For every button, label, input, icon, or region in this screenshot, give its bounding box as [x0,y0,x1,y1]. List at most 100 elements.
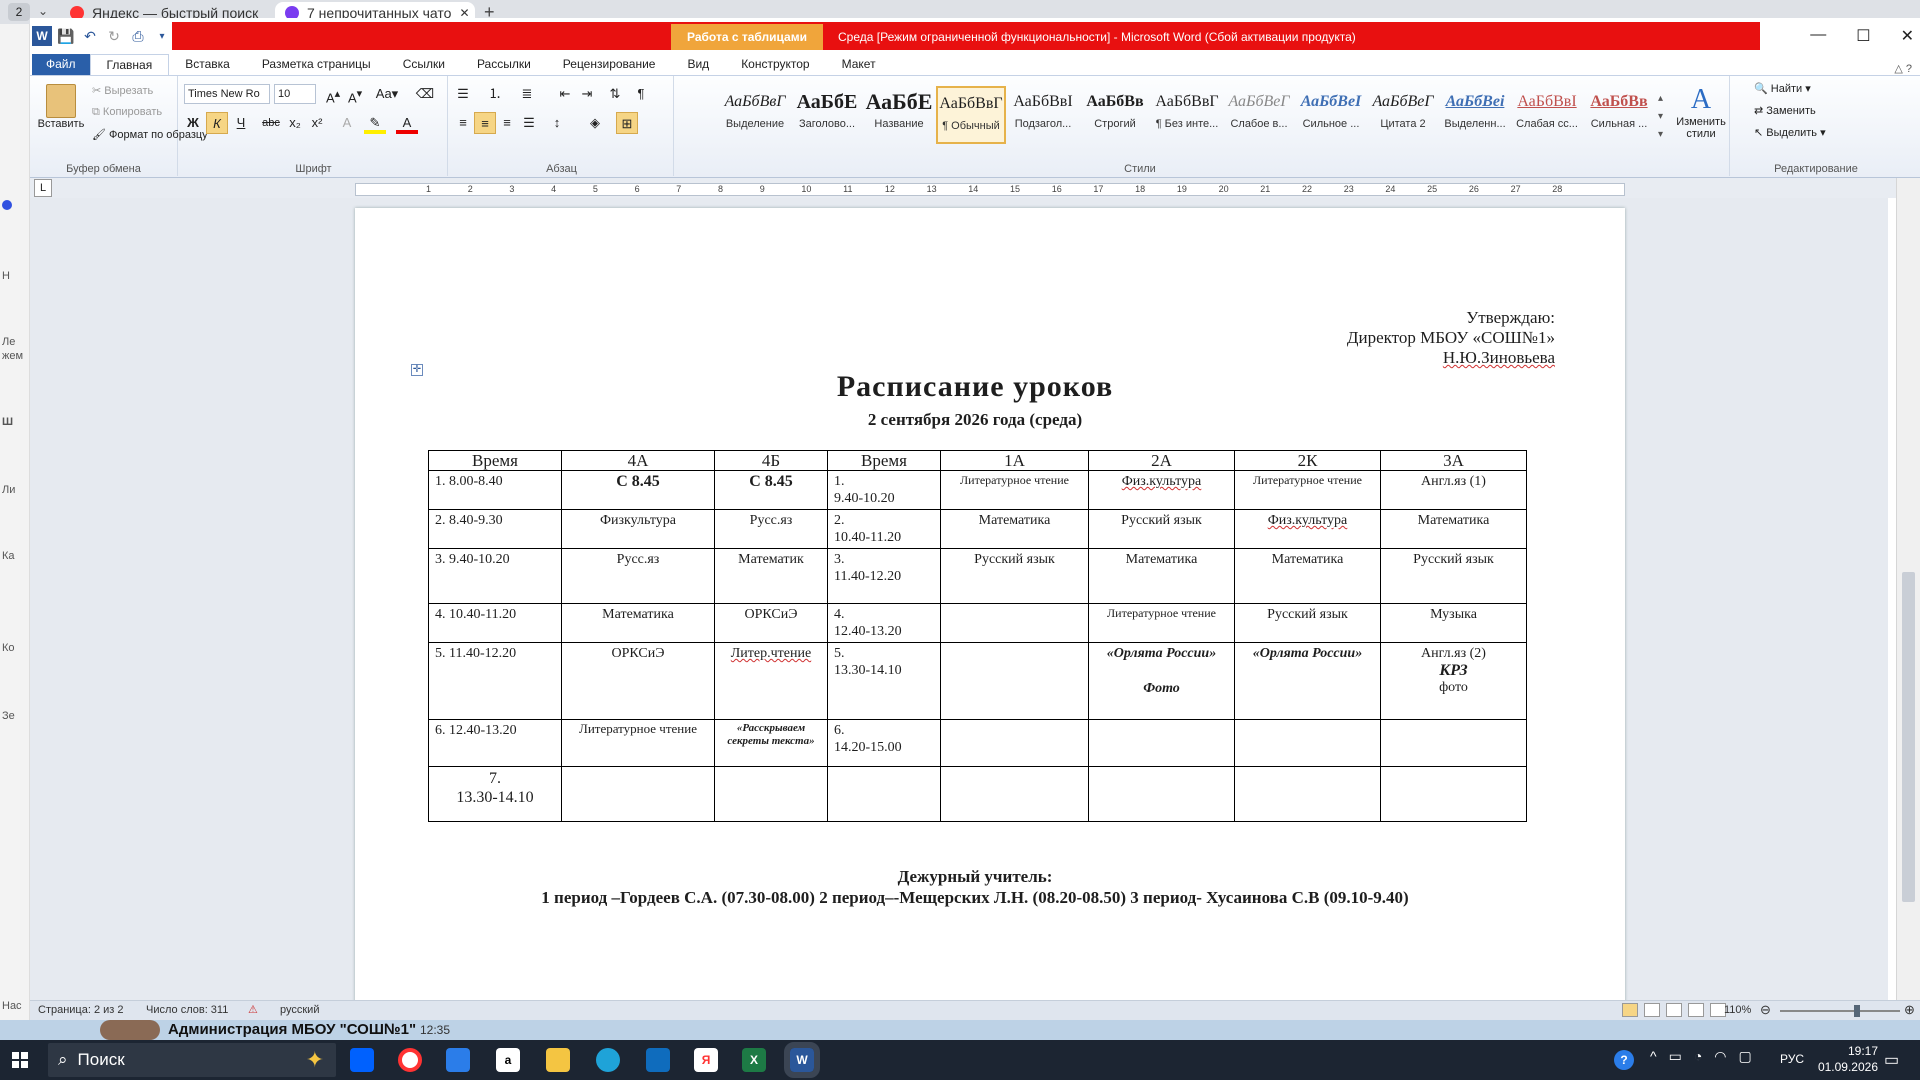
tab-page-layout[interactable]: Разметка страницы [246,54,387,75]
tab-view[interactable]: Вид [671,54,725,75]
table-cell[interactable] [1088,719,1235,767]
table-cell[interactable]: 1. 8.00-8.40 [428,470,562,510]
input-language[interactable]: РУС [1780,1052,1804,1066]
help-icon[interactable]: △ ? [1894,62,1920,75]
table-cell[interactable]: 5. 11.40-12.20 [428,642,562,720]
store-icon[interactable] [446,1048,470,1072]
full-screen-icon[interactable] [1644,1003,1660,1017]
style-intense-quote[interactable]: АаБбВеі Выделенн... [1440,86,1510,144]
style-intense-reference[interactable]: АаБбВв Сильная ... [1584,86,1654,144]
change-case-icon[interactable]: Aa▾ [372,83,402,105]
tab-home[interactable]: Главная [89,54,170,75]
find-button[interactable]: 🔍 Найти ▾ [1754,82,1811,95]
table-cell[interactable] [561,766,715,822]
table-cell[interactable] [1380,719,1527,767]
cut-button[interactable]: ✂ Вырезать [92,84,153,97]
clear-format-icon[interactable]: ⌫ [414,83,436,105]
customize-qat-icon[interactable]: ▾ [152,26,172,46]
text-effects-icon[interactable]: A [336,112,358,134]
amazon-icon[interactable]: a [496,1048,520,1072]
table-cell[interactable]: Русский язык [1380,548,1527,604]
maximize-icon[interactable]: ☐ [1856,26,1870,46]
wifi-icon[interactable]: ◠ [1714,1048,1726,1065]
excel-icon[interactable]: X [742,1048,766,1072]
table-cell[interactable] [1380,766,1527,822]
table-cell[interactable]: С 8.45 [714,470,828,510]
dropbox-icon[interactable] [350,1048,374,1072]
table-cell[interactable] [940,603,1089,643]
zoom-slider[interactable] [1780,1005,1900,1017]
table-cell[interactable]: ОРКСиЭ [714,603,828,643]
table-cell[interactable]: Музыка [1380,603,1527,643]
scroll-thumb[interactable] [1902,572,1915,902]
table-cell[interactable]: Математик [714,548,828,604]
table-cell[interactable]: Литературное чтение [1234,470,1381,510]
tab-file[interactable]: Файл [32,54,90,75]
word-logo-icon[interactable]: W [32,26,52,46]
numbering-icon[interactable]: ⒈ [484,83,506,105]
sidebar-app-icon[interactable] [2,200,12,210]
header-cell[interactable]: 4Б [714,450,828,471]
network-icon[interactable]: ▭ [1669,1048,1682,1065]
zoom-slider-thumb[interactable] [1854,1005,1860,1017]
table-cell[interactable]: 6. 12.40-13.20 [428,719,562,767]
vertical-scrollbar[interactable] [1896,178,1920,1000]
subscript-icon[interactable]: x₂ [284,112,306,134]
shading-icon[interactable]: ◈ [584,112,606,134]
help-tray-icon[interactable]: ? [1614,1050,1634,1070]
borders-icon[interactable]: ⊞ [616,112,638,134]
document-page[interactable]: ✛ Утверждаю: Директор МБОУ «СОШ№1» Н.Ю.З… [355,208,1625,1020]
table-cell[interactable]: Математика [1234,548,1381,604]
table-cell[interactable]: 3. 9.40-10.20 [428,548,562,604]
table-cell[interactable]: 5. 13.30-14.10 [827,642,941,720]
zoom-out-icon[interactable]: ⊖ [1760,1002,1771,1018]
highlight-icon[interactable]: ✎ [364,112,386,134]
table-cell[interactable] [940,642,1089,720]
multilevel-list-icon[interactable]: ≣ [516,83,538,105]
justify-icon[interactable]: ☰ [518,112,540,134]
table-cell[interactable]: С 8.45 [561,470,715,510]
notifications-icon[interactable]: ▭ [1884,1050,1899,1070]
table-cell[interactable]: 2. 8.40-9.30 [428,509,562,549]
redo-icon[interactable]: ↻ [104,26,124,46]
table-cell[interactable]: 4. 12.40-13.20 [827,603,941,643]
print-icon[interactable]: ⎙ [128,26,148,46]
grow-font-icon[interactable]: A▴ [322,83,344,105]
tab-count-badge[interactable]: 2 [8,3,30,21]
style-intense-emphasis[interactable]: АаБбВеІ Сильное ... [1296,86,1366,144]
shrink-font-icon[interactable]: A▾ [344,83,366,105]
table-cell[interactable] [940,766,1089,822]
table-cell[interactable]: 7. 13.30-14.10 [428,766,562,822]
table-cell[interactable]: Русский язык [940,548,1089,604]
decrease-indent-icon[interactable]: ⇤ [554,83,576,105]
proofing-icon[interactable]: ⚠ [248,1003,258,1016]
messenger-notification[interactable]: Администрация МБОУ "СОШ№1" 12:35 [0,1020,1920,1040]
minimize-icon[interactable]: — [1810,26,1826,46]
save-icon[interactable]: 💾 [56,26,76,46]
table-cell[interactable]: Англ.яз (1) [1380,470,1527,510]
line-spacing-icon[interactable]: ↕ [546,112,568,134]
table-cell[interactable] [1088,766,1235,822]
monitor-icon[interactable]: ▢ [1739,1048,1752,1065]
table-cell[interactable]: Русский язык [1088,509,1235,549]
header-cell[interactable]: 3А [1380,450,1527,471]
table-cell[interactable]: 1. 9.40-10.20 [827,470,941,510]
style-subtle-emphasis[interactable]: АаБбВеГ Слабое в... [1224,86,1294,144]
align-left-icon[interactable]: ≡ [452,112,474,134]
style-heading[interactable]: АаБбЕ Заголово... [792,86,862,144]
bold-button[interactable]: Ж [182,112,204,134]
table-cell[interactable]: Литературное чтение [561,719,715,767]
tab-mailings[interactable]: Рассылки [461,54,547,75]
superscript-icon[interactable]: x² [306,112,328,134]
show-formatting-icon[interactable]: ¶ [630,83,652,105]
select-button[interactable]: ↖ Выделить ▾ [1754,126,1826,139]
table-cell[interactable]: Литер.чтение [731,646,811,661]
table-cell[interactable]: «Орлята России» [1095,645,1228,662]
web-layout-icon[interactable] [1666,1003,1682,1017]
header-cell[interactable]: 1А [940,450,1089,471]
style-quote-2[interactable]: АаБбВеГ Цитата 2 [1368,86,1438,144]
style-normal[interactable]: АаБбВвГ ¶ Обычный [936,86,1006,144]
volume-icon[interactable]: ◔ [1694,1048,1702,1065]
align-center-icon[interactable]: ≡ [474,112,496,134]
table-cell[interactable]: 6. 14.20-15.00 [827,719,941,767]
